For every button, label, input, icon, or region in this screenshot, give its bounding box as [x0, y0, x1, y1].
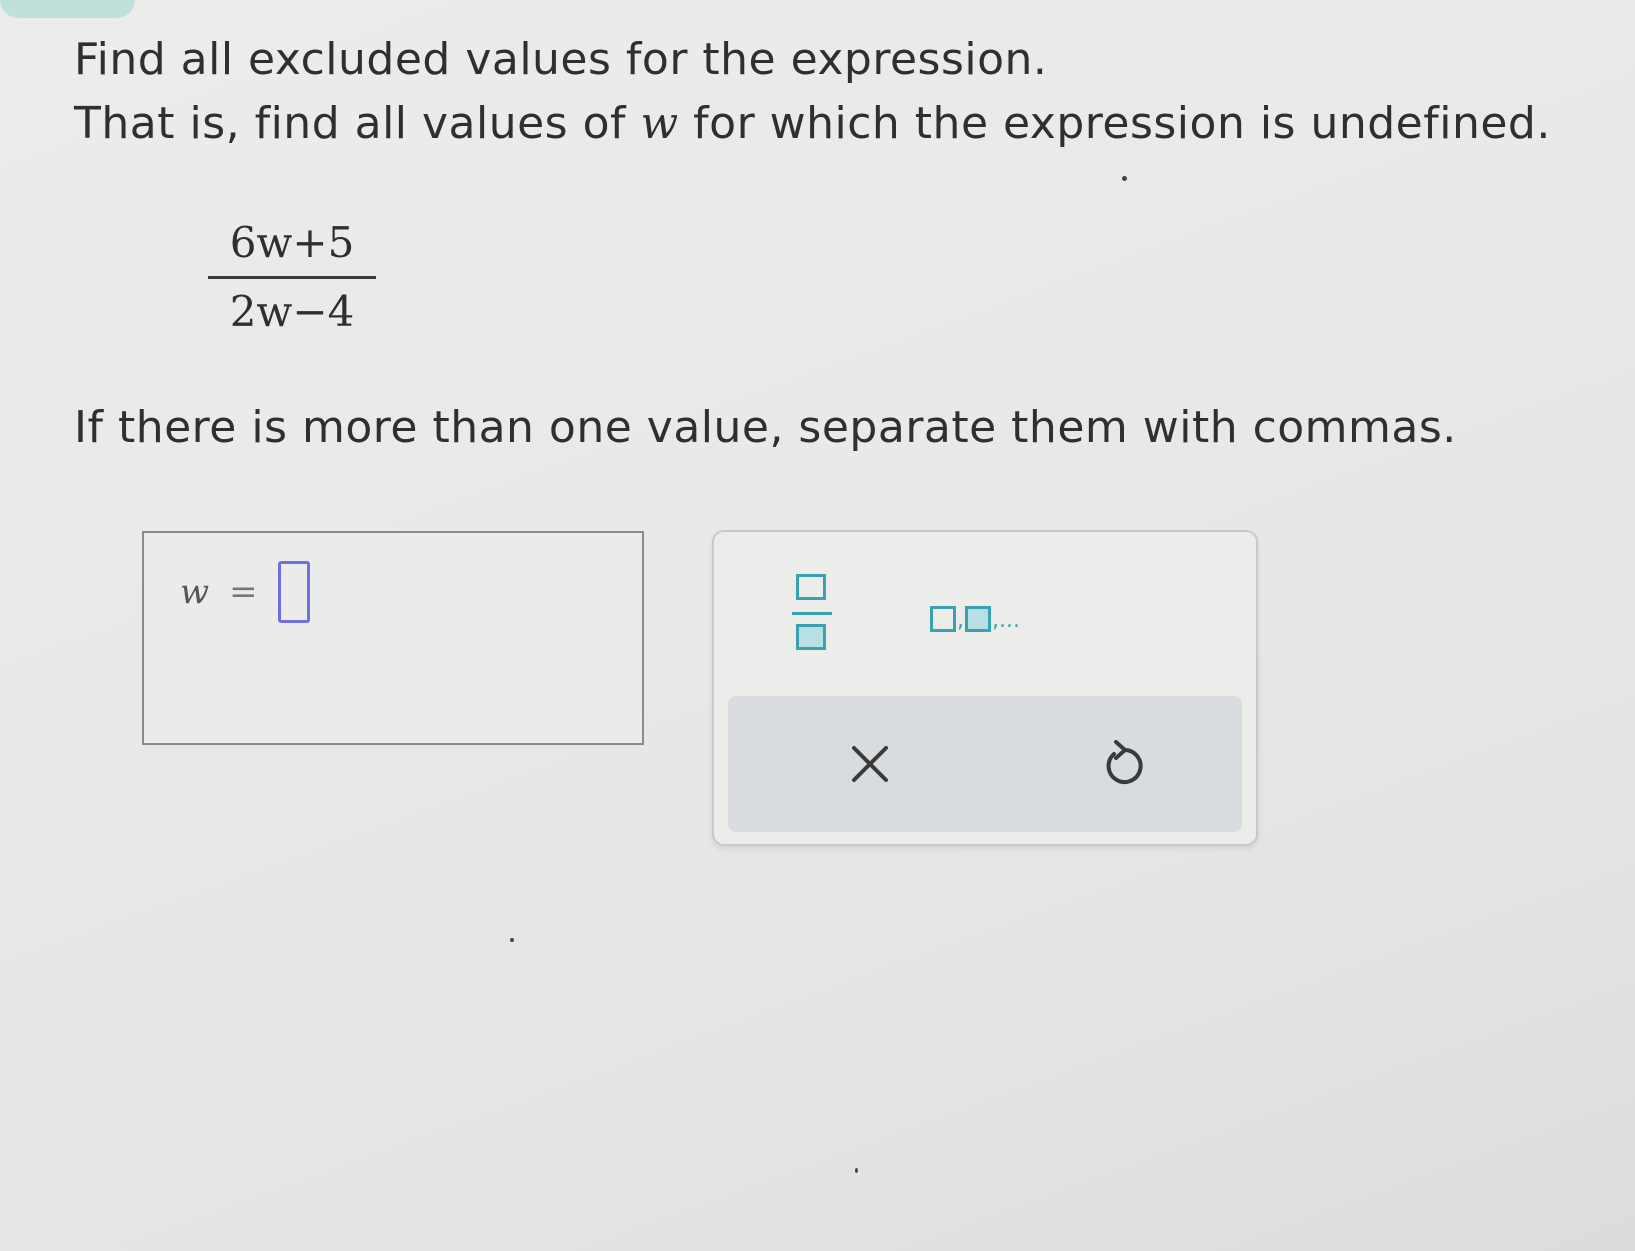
action-bar	[728, 696, 1242, 832]
screen-speck	[1122, 176, 1127, 181]
screen-speck	[855, 1168, 858, 1173]
answer-equals: =	[229, 572, 258, 612]
instruction-line-2: That is, find all values of w for which …	[74, 98, 1551, 151]
fraction-denominator-box	[796, 624, 826, 650]
answer-box: w =	[142, 531, 644, 745]
list-box-2	[965, 606, 991, 632]
fraction-template-button[interactable]	[786, 568, 838, 668]
undo-icon	[1092, 740, 1156, 800]
fraction-template-bar	[792, 612, 832, 615]
expression-fraction: 6w+5 2w−4	[208, 214, 376, 341]
list-ellipsis: ,...	[992, 608, 1020, 633]
fraction-bar	[208, 276, 376, 279]
undo-button[interactable]	[1092, 732, 1156, 796]
expression-numerator: 6w+5	[229, 218, 355, 267]
instruction-line-2-suffix: for which the expression is undefined.	[678, 98, 1551, 149]
list-box-1	[930, 606, 956, 632]
instruction-line-3: If there is more than one value, separat…	[74, 402, 1457, 453]
screen-speck	[510, 938, 514, 942]
instruction-line-1: Find all excluded values for the express…	[74, 34, 1048, 85]
list-separator: ,	[957, 608, 964, 633]
answer-row: w =	[180, 561, 310, 623]
clear-button[interactable]	[838, 732, 902, 796]
answer-input[interactable]	[277, 561, 310, 623]
close-icon	[838, 746, 902, 800]
math-toolbar: , ,...	[712, 530, 1258, 846]
answer-variable: w	[180, 572, 210, 612]
instruction-line-2-prefix: That is, find all values of	[74, 98, 641, 149]
top-tab	[0, 0, 135, 18]
instruction-variable: w	[640, 98, 679, 149]
comma-list-template-button[interactable]: , ,...	[930, 592, 1050, 632]
fraction-numerator-box	[796, 574, 826, 600]
expression-denominator: 2w−4	[229, 287, 355, 336]
